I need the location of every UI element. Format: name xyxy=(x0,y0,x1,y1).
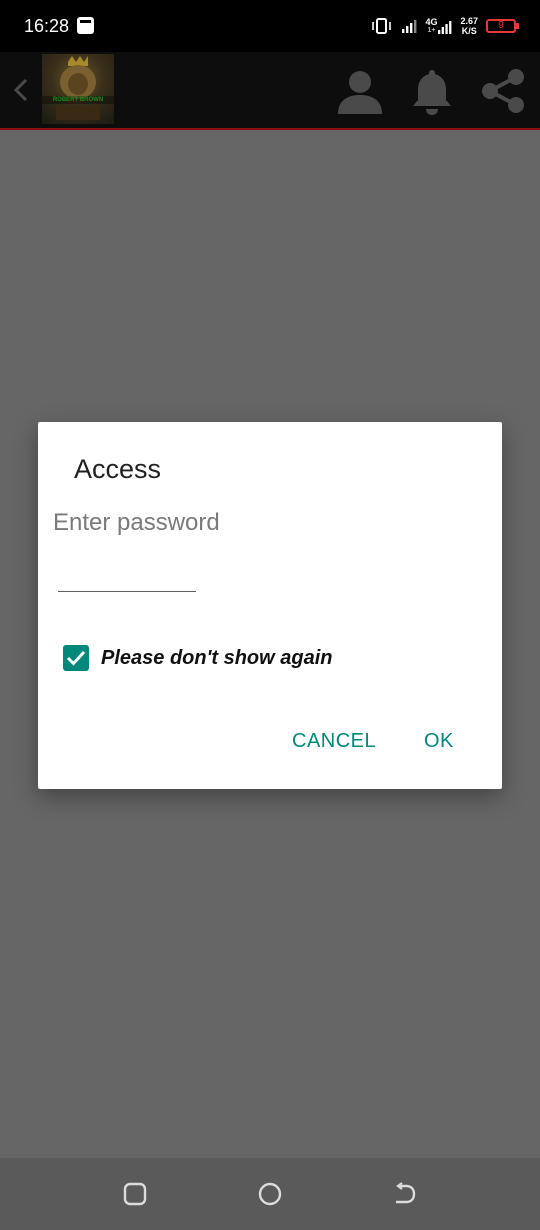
vibrate-icon xyxy=(372,18,392,34)
dialog-message: Enter password xyxy=(53,509,220,536)
home-icon[interactable] xyxy=(257,1181,283,1207)
share-icon[interactable] xyxy=(478,66,528,116)
app-toolbar: ROBERT BROWN xyxy=(0,52,540,128)
dialog-title: Access xyxy=(74,454,162,484)
notification-app-icon xyxy=(77,17,94,34)
dont-show-again-row[interactable]: Please don't show again xyxy=(63,644,332,672)
toolbar-divider xyxy=(0,128,540,130)
dont-show-again-checkbox[interactable] xyxy=(63,645,89,671)
status-bar: 16:28 4G 1+ 2.67 K/S 9 xyxy=(0,0,540,52)
recents-icon[interactable] xyxy=(122,1181,148,1207)
status-time: 16:28 xyxy=(24,16,70,36)
back-icon[interactable] xyxy=(8,72,36,108)
password-input[interactable] xyxy=(58,557,196,592)
checkbox-label: Please don't show again xyxy=(101,646,333,669)
system-nav-bar xyxy=(0,1158,540,1230)
back-nav-icon[interactable] xyxy=(392,1181,418,1207)
battery-icon: 9 xyxy=(486,19,519,33)
network-type: 4G xyxy=(425,16,438,27)
lion-emblem-icon xyxy=(56,56,100,120)
checkmark-icon xyxy=(66,650,86,666)
network-speed: 2.67 K/S xyxy=(460,16,478,36)
cancel-button[interactable]: CANCEL xyxy=(292,730,376,753)
profile-icon[interactable] xyxy=(335,66,385,116)
battery-level: 9 xyxy=(498,20,504,31)
network-speed-unit: K/S xyxy=(461,26,477,36)
bell-icon[interactable] xyxy=(407,66,457,116)
signal-icon xyxy=(402,20,417,33)
logo-text: ROBERT BROWN xyxy=(42,96,114,104)
app-screen: 16:28 4G 1+ 2.67 K/S 9 ROBERT BROWN Acce… xyxy=(0,0,540,1230)
access-dialog: Access Enter password Please don't show … xyxy=(38,422,502,789)
status-indicators: 4G 1+ 2.67 K/S 9 xyxy=(371,14,519,38)
network-sub: 1+ xyxy=(427,26,436,34)
network-speed-value: 2.67 xyxy=(460,16,478,26)
app-logo[interactable]: ROBERT BROWN xyxy=(42,54,114,124)
signal-4g-icon: 4G 1+ xyxy=(425,16,452,35)
ok-button[interactable]: OK xyxy=(424,730,454,753)
